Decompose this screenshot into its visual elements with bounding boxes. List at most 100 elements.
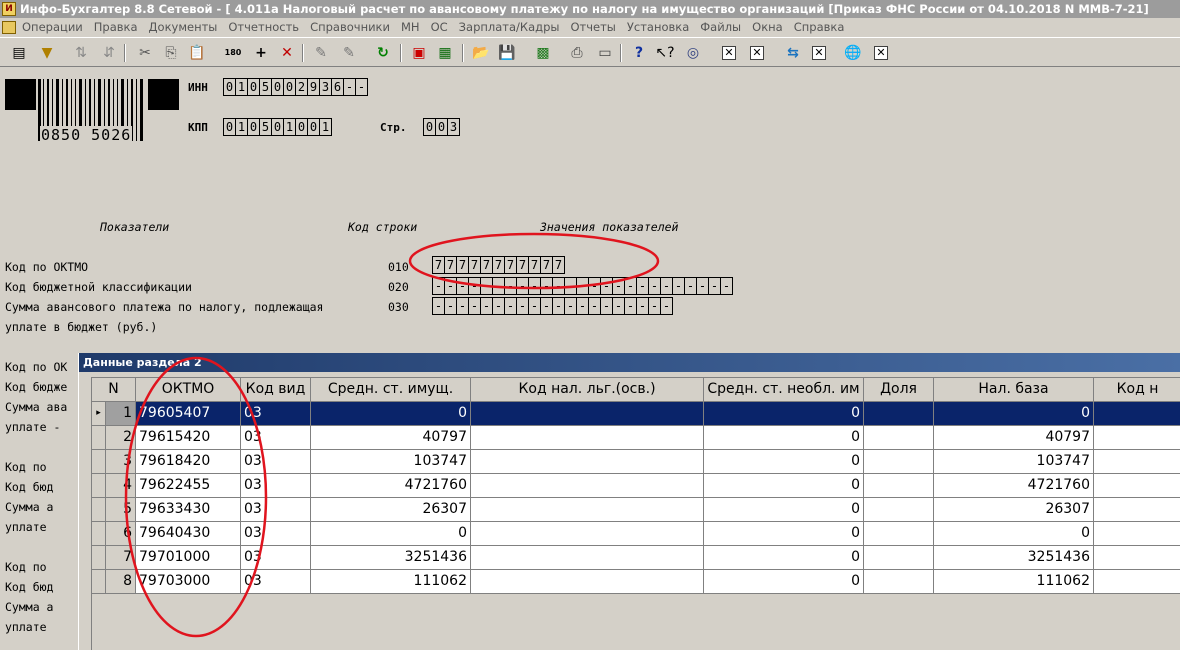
cell-kod-n[interactable]: [1094, 474, 1180, 498]
section2-dialog[interactable]: Данные раздела 2 N ОКТМО Код вид Средн. ст.…: [78, 353, 1180, 650]
oktmo-cells[interactable]: 77777777777: [432, 256, 565, 274]
table-row[interactable]: 2 79615420 03 40797 0 40797: [92, 426, 1180, 450]
cell-neobl[interactable]: 0: [704, 450, 864, 474]
menu-item-8[interactable]: Отчеты: [570, 18, 615, 37]
calculator-icon[interactable]: ▦: [434, 43, 456, 63]
menu-item-2[interactable]: Документы: [149, 18, 218, 37]
compass-icon[interactable]: ◎: [682, 43, 704, 63]
table-row[interactable]: 5 79633430 03 26307 0 26307: [92, 498, 1180, 522]
row-indicator[interactable]: [92, 570, 106, 594]
cell-kod-n[interactable]: [1094, 402, 1180, 426]
add-icon[interactable]: +: [250, 43, 272, 63]
form-icon[interactable]: ▤: [8, 43, 30, 63]
cell-dolya[interactable]: [864, 570, 934, 594]
menu-item-1[interactable]: Правка: [94, 18, 138, 37]
kbk-cells[interactable]: -------------------------: [432, 277, 733, 295]
cell-baza[interactable]: 40797: [934, 426, 1094, 450]
cell-baza[interactable]: 26307: [934, 498, 1094, 522]
menu-item-12[interactable]: Справка: [794, 18, 845, 37]
table-row[interactable]: 8 79703000 03 111062 0 111062: [92, 570, 1180, 594]
calc-icon[interactable]: ✎: [338, 43, 360, 63]
cell-baza[interactable]: 103747: [934, 450, 1094, 474]
cell-kod-n[interactable]: [1094, 546, 1180, 570]
cell-kod-vid[interactable]: 03: [241, 498, 311, 522]
cell-kod-n[interactable]: [1094, 498, 1180, 522]
close-1-icon[interactable]: ✕: [718, 43, 740, 63]
cell-dolya[interactable]: [864, 498, 934, 522]
cell-neobl[interactable]: 0: [704, 570, 864, 594]
table-row[interactable]: 6 79640430 03 0 0 0: [92, 522, 1180, 546]
menu-item-11[interactable]: Окна: [752, 18, 783, 37]
print-icon[interactable]: ⎙: [566, 43, 588, 63]
teamviewer-icon[interactable]: ⇆: [782, 43, 804, 63]
menu-item-6[interactable]: ОС: [431, 18, 448, 37]
cell-neobl[interactable]: 0: [704, 402, 864, 426]
cell-oktmo[interactable]: 79633430: [136, 498, 241, 522]
cell-dolya[interactable]: [864, 474, 934, 498]
cell-kod-lg[interactable]: [471, 570, 704, 594]
cell-sred-st[interactable]: 111062: [311, 570, 471, 594]
cell-kod-n[interactable]: [1094, 570, 1180, 594]
cell-oktmo[interactable]: 79640430: [136, 522, 241, 546]
refresh-icon[interactable]: ↻: [372, 43, 394, 63]
menu-item-9[interactable]: Установка: [627, 18, 689, 37]
network-icon[interactable]: 🌐: [842, 43, 864, 63]
menu-item-4[interactable]: Справочники: [310, 18, 390, 37]
row-indicator[interactable]: [92, 426, 106, 450]
sort-asc-icon[interactable]: ⇅: [70, 43, 92, 63]
cell-neobl[interactable]: 0: [704, 546, 864, 570]
table-row[interactable]: 7 79701000 03 3251436 0 3251436: [92, 546, 1180, 570]
copy-icon[interactable]: ⎘: [160, 43, 182, 63]
cell-oktmo[interactable]: 79615420: [136, 426, 241, 450]
paste-icon[interactable]: 📋: [186, 43, 208, 63]
row-indicator[interactable]: [92, 522, 106, 546]
edit-icon[interactable]: ✎: [310, 43, 332, 63]
save-icon[interactable]: 💾: [496, 43, 518, 63]
sort-desc-icon[interactable]: ⇵: [98, 43, 120, 63]
cell-kod-vid[interactable]: 03: [241, 474, 311, 498]
cell-oktmo[interactable]: 79703000: [136, 570, 241, 594]
cell-baza[interactable]: 0: [934, 402, 1094, 426]
cell-dolya[interactable]: [864, 402, 934, 426]
cell-kod-vid[interactable]: 03: [241, 546, 311, 570]
open-folder-icon[interactable]: 📂: [470, 43, 492, 63]
cell-kod-lg[interactable]: [471, 546, 704, 570]
cell-neobl[interactable]: 0: [704, 522, 864, 546]
cell-sred-st[interactable]: 0: [311, 522, 471, 546]
cell-kod-lg[interactable]: [471, 474, 704, 498]
cell-oktmo[interactable]: 79618420: [136, 450, 241, 474]
column-header[interactable]: Средн. ст. необл. им: [704, 378, 864, 402]
close-4-icon[interactable]: ✕: [870, 43, 892, 63]
row-indicator[interactable]: [92, 498, 106, 522]
column-header[interactable]: Код вид: [241, 378, 311, 402]
cell-baza[interactable]: 3251436: [934, 546, 1094, 570]
cell-sred-st[interactable]: 4721760: [311, 474, 471, 498]
row-indicator[interactable]: [92, 546, 106, 570]
cell-kod-n[interactable]: [1094, 450, 1180, 474]
cell-kod-lg[interactable]: [471, 450, 704, 474]
cell-baza[interactable]: 111062: [934, 570, 1094, 594]
cell-sred-st[interactable]: 26307: [311, 498, 471, 522]
cell-kod-lg[interactable]: [471, 402, 704, 426]
excel-icon[interactable]: ▩: [532, 43, 554, 63]
document-system-icon[interactable]: [2, 21, 16, 34]
cell-oktmo[interactable]: 79622455: [136, 474, 241, 498]
cell-kod-n[interactable]: [1094, 522, 1180, 546]
cell-kod-lg[interactable]: [471, 426, 704, 450]
cell-kod-lg[interactable]: [471, 522, 704, 546]
column-header[interactable]: Средн. ст. имущ.: [311, 378, 471, 402]
close-3-icon[interactable]: ✕: [808, 43, 830, 63]
help-icon[interactable]: ?: [628, 43, 650, 63]
cell-dolya[interactable]: [864, 546, 934, 570]
cell-kod-n[interactable]: [1094, 426, 1180, 450]
context-help-icon[interactable]: ↖?: [654, 43, 676, 63]
cell-kod-vid[interactable]: 03: [241, 402, 311, 426]
cell-neobl[interactable]: 0: [704, 426, 864, 450]
cell-kod-vid[interactable]: 03: [241, 426, 311, 450]
menu-item-3[interactable]: Отчетность: [228, 18, 299, 37]
cell-sred-st[interactable]: 0: [311, 402, 471, 426]
menu-item-10[interactable]: Файлы: [700, 18, 741, 37]
filter-icon[interactable]: ▼: [36, 43, 58, 63]
close-2-icon[interactable]: ✕: [746, 43, 768, 63]
cell-neobl[interactable]: 0: [704, 498, 864, 522]
